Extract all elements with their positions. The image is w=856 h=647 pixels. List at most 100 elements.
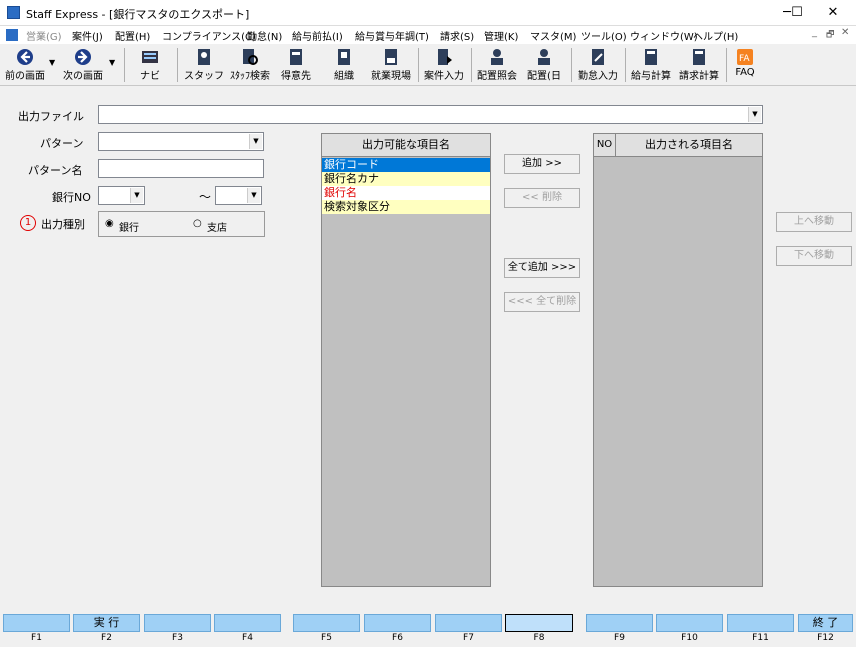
output-type-label: 出力種別 [41,218,85,231]
f2-label: F2 [101,633,112,643]
radio-bank-label[interactable]: 銀行 [119,219,139,234]
f4-key[interactable] [214,614,281,632]
next-screen-button[interactable]: 次の画面 [60,46,106,84]
bank-no-to-combo[interactable]: ▼ [215,186,262,205]
output-file-label: 出力ファイル [18,110,84,123]
staff-search-icon [243,49,258,65]
f6-key[interactable] [364,614,431,632]
chevron-down-icon[interactable]: ▼ [247,188,260,203]
menu-window[interactable]: ウィンドウ(W) [630,28,698,43]
bill-calc-button[interactable]: 請求計算 [676,46,722,84]
radio-bank-icon[interactable]: ◉ [105,218,114,229]
navi-button[interactable]: ナビ [130,46,170,84]
assign-day-button[interactable]: 配置(日 [522,46,566,84]
range-tilde: ～ [199,190,212,204]
f8-key[interactable] [505,614,573,632]
staff-search-button[interactable]: ｽﾀｯﾌ検索 [228,46,272,84]
f3-label: F3 [172,633,183,643]
move-up-button[interactable]: 上へ移動 [776,212,852,232]
staff-button[interactable]: スタッフ [184,46,224,84]
add-all-button[interactable]: 全て追加 >>> [504,258,580,278]
pattern-label: パターン [40,137,84,150]
pay-calc-button[interactable]: 給与計算 [628,46,674,84]
chevron-down-icon[interactable]: ▼ [249,134,262,149]
app-icon [7,6,20,19]
radio-branch-label[interactable]: 支店 [207,219,227,234]
output-list[interactable]: NO 出力される項目名 [593,133,763,587]
menu-payroll[interactable]: 給与賞与年調(T) [355,28,429,43]
toolbar-separator [571,48,572,82]
close-button[interactable]: ✕ [810,0,856,26]
svg-text:FA: FA [739,54,750,64]
list-item[interactable]: 検索対象区分 [322,200,490,214]
menu-sales[interactable]: 営業(G) [26,28,62,43]
f2-execute-key[interactable]: 実 行 [73,614,140,632]
f12-label: F12 [817,633,834,643]
f9-label: F9 [614,633,625,643]
next-dropdown-icon[interactable]: ▼ [109,58,115,67]
menu-bar: 営業(G) 案件(J) 配置(H) コンプライアンス(C) 勤怠(N) 給与前払… [0,26,856,44]
toolbar-separator [418,48,419,82]
menu-attendance[interactable]: 勤怠(N) [247,28,282,43]
menu-assign[interactable]: 配置(H) [115,28,150,43]
f7-key[interactable] [435,614,502,632]
work-site-button[interactable]: 就業現場 [368,46,414,84]
pattern-combo[interactable]: ▼ [98,132,264,151]
f10-key[interactable] [656,614,723,632]
remove-all-button[interactable]: <<< 全て削除 [504,292,580,312]
f5-key[interactable] [293,614,360,632]
list-item[interactable]: 銀行名 [322,186,490,200]
title-bar: Staff Express - [銀行マスタのエクスポート] ─ ☐ ✕ [0,0,856,26]
people-icon [491,49,503,65]
f1-key[interactable] [3,614,70,632]
mdi-close-button[interactable]: ✕ [841,27,849,38]
radio-branch-icon[interactable]: ○ [193,218,202,229]
list-item[interactable]: 銀行コード [322,158,490,172]
f8-label: F8 [533,633,545,643]
available-list[interactable]: 出力可能な項目名 銀行コード 銀行名カナ 銀行名 検索対象区分 [321,133,491,587]
move-down-button[interactable]: 下へ移動 [776,246,852,266]
menu-compliance[interactable]: コンプライアンス(C) [162,28,256,43]
faq-icon: FA [737,49,753,65]
menu-help[interactable]: ヘルプ(H) [693,28,738,43]
toolbar-separator [471,48,472,82]
client-button[interactable]: 得意先 [276,46,316,84]
prev-screen-button[interactable]: 前の画面 [2,46,48,84]
chevron-down-icon[interactable]: ▼ [748,107,761,122]
assign-ref-button[interactable]: 配置照会 [474,46,520,84]
add-button[interactable]: 追加 >> [504,154,580,174]
menu-billing[interactable]: 請求(S) [440,28,474,43]
f12-exit-key[interactable]: 終 了 [798,614,853,632]
f3-key[interactable] [144,614,211,632]
remove-button[interactable]: << 削除 [504,188,580,208]
output-list-header: 出力される項目名 [616,134,762,157]
bank-no-from-combo[interactable]: ▼ [98,186,145,205]
menu-case[interactable]: 案件(J) [72,28,103,43]
list-item[interactable]: 銀行名カナ [322,172,490,186]
menu-manage[interactable]: 管理(K) [484,28,518,43]
case-input-button[interactable]: 案件入力 [421,46,467,84]
toolbar: 前の画面 ▼ 次の画面 ▼ ナビ スタッフ ｽﾀｯﾌ検索 得意先 組織 就業現場… [0,44,856,86]
f11-label: F11 [752,633,769,643]
menu-master[interactable]: マスタ(M) [530,28,576,43]
attendance-input-button[interactable]: 勤怠入力 [574,46,622,84]
output-file-combo[interactable]: ▼ [98,105,763,124]
f10-label: F10 [681,633,698,643]
pattern-name-label: パターン名 [28,164,83,177]
org-button[interactable]: 組織 [324,46,364,84]
f11-key[interactable] [727,614,794,632]
keyboard-icon [142,51,158,63]
mdi-restore-button[interactable]: 🗗 [826,27,834,43]
staff-icon [198,49,210,65]
arrow-right-icon [75,49,91,65]
building-icon [338,49,350,65]
pattern-name-input[interactable] [98,159,264,178]
f9-key[interactable] [586,614,653,632]
menu-tools[interactable]: ツール(O) [581,28,627,43]
f4-label: F4 [242,633,253,643]
prev-dropdown-icon[interactable]: ▼ [49,58,55,67]
faq-button[interactable]: FA FAQ [730,46,760,84]
chevron-down-icon[interactable]: ▼ [130,188,143,203]
menu-advance[interactable]: 給与前払(I) [292,28,343,43]
mdi-minimize-button[interactable]: _ [812,27,817,38]
